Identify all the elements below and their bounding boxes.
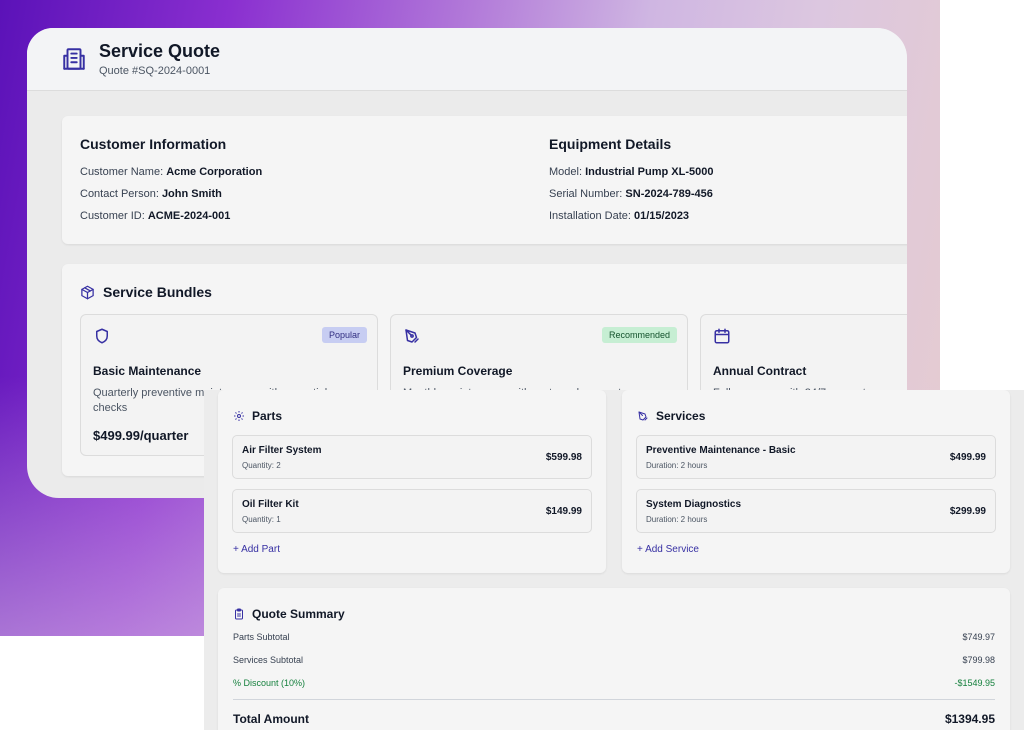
part-name: Oil Filter Kit [242, 499, 299, 510]
parts-subtotal-row: Parts Subtotal $749.97 [233, 632, 995, 642]
bundles-heading: Service Bundles [103, 284, 212, 300]
installation-row: Installation Date: 01/15/2023 [549, 210, 713, 222]
discount-label: % Discount (10%) [233, 678, 306, 688]
model-value: Industrial Pump XL-5000 [585, 166, 714, 178]
services-subtotal-label: Services Subtotal [233, 655, 304, 665]
model-row: Model: Industrial Pump XL-5000 [549, 166, 713, 178]
part-item[interactable]: Air Filter System Quantity: 2 $599.98 [232, 435, 592, 479]
parts-subtotal-value: $749.97 [962, 632, 995, 642]
model-label: Model: [549, 166, 583, 178]
quote-detail-window: Parts Air Filter System Quantity: 2 $599… [204, 390, 1024, 730]
customer-id-value: ACME-2024-001 [147, 210, 231, 222]
services-panel: Services Preventive Maintenance - Basic … [622, 390, 1010, 573]
customer-id-row: Customer ID: ACME-2024-001 [80, 210, 262, 222]
services-heading: Services [656, 409, 706, 423]
installation-label: Installation Date: [549, 210, 631, 222]
page-title: Service Quote [99, 41, 221, 61]
gear-icon [234, 411, 244, 421]
calendar-icon [714, 328, 730, 344]
customer-information: Customer Information Customer Name: Acme… [80, 136, 262, 232]
customer-id-label: Customer ID: [80, 210, 145, 222]
serial-value: SN-2024-789-456 [625, 188, 713, 200]
shield-icon [96, 328, 108, 344]
service-name: System Diagnostics [646, 499, 742, 510]
services-subtotal-row: Services Subtotal $799.98 [233, 655, 995, 665]
contact-person-value: John Smith [161, 188, 222, 200]
discount-value: -$1549.95 [954, 678, 995, 688]
package-icon [81, 285, 94, 299]
quote-summary-panel: Quote Summary Parts Subtotal $749.97 Ser… [218, 588, 1010, 730]
customer-name-row: Customer Name: Acme Corporation [80, 166, 262, 178]
part-price: $149.99 [545, 506, 582, 517]
building-icon [63, 48, 85, 70]
popular-badge: Popular [321, 327, 367, 343]
summary-divider [233, 699, 995, 700]
parts-subtotal-label: Parts Subtotal [233, 632, 290, 642]
parts-heading: Parts [252, 409, 283, 423]
add-part-link[interactable]: + Add Part [233, 544, 280, 555]
contact-person-row: Contact Person: John Smith [80, 188, 262, 200]
bundle-name: Annual Contract [713, 364, 807, 378]
total-row: Total Amount $1394.95 [233, 712, 995, 726]
services-heading-row: Services [637, 409, 705, 423]
bundle-name: Basic Maintenance [93, 364, 202, 378]
part-price: $599.98 [545, 452, 582, 463]
service-item[interactable]: System Diagnostics Duration: 2 hours $29… [636, 489, 996, 533]
equipment-details: Equipment Details Model: Industrial Pump… [549, 136, 713, 232]
service-price: $499.99 [949, 452, 986, 463]
service-duration: Duration: 2 hours [646, 461, 708, 470]
quote-header: Service Quote Quote #SQ-2024-0001 [27, 28, 907, 91]
parts-heading-row: Parts [233, 409, 282, 423]
contact-person-label: Contact Person: [80, 188, 159, 200]
parts-panel: Parts Air Filter System Quantity: 2 $599… [218, 390, 606, 573]
bundles-heading-row: Service Bundles [80, 284, 212, 300]
pen-tool-icon [638, 411, 648, 421]
service-duration: Duration: 2 hours [646, 515, 708, 524]
clipboard-icon [235, 608, 243, 620]
pen-tool-icon [405, 329, 419, 343]
total-label: Total Amount [233, 712, 309, 726]
recommended-badge: Recommended [601, 327, 677, 343]
installation-value: 01/15/2023 [634, 210, 690, 222]
part-quantity: Quantity: 1 [242, 515, 281, 524]
quote-number: Quote #SQ-2024-0001 [99, 65, 211, 77]
service-item[interactable]: Preventive Maintenance - Basic Duration:… [636, 435, 996, 479]
serial-row: Serial Number: SN-2024-789-456 [549, 188, 713, 200]
customer-heading: Customer Information [80, 136, 227, 152]
bundle-name: Premium Coverage [403, 364, 513, 378]
service-name: Preventive Maintenance - Basic [646, 445, 796, 456]
part-quantity: Quantity: 2 [242, 461, 281, 470]
service-price: $299.99 [949, 506, 986, 517]
services-subtotal-value: $799.98 [962, 655, 995, 665]
part-name: Air Filter System [242, 445, 322, 456]
serial-label: Serial Number: [549, 188, 623, 200]
summary-heading: Quote Summary [252, 607, 345, 621]
summary-heading-row: Quote Summary [233, 607, 345, 621]
equipment-heading: Equipment Details [549, 136, 672, 152]
discount-row: % Discount (10%) -$1549.95 [233, 678, 995, 688]
info-card: Customer Information Customer Name: Acme… [62, 116, 907, 244]
total-value: $1394.95 [944, 712, 995, 726]
part-item[interactable]: Oil Filter Kit Quantity: 1 $149.99 [232, 489, 592, 533]
customer-name-value: Acme Corporation [166, 166, 263, 178]
customer-name-label: Customer Name: [80, 166, 164, 178]
add-service-link[interactable]: + Add Service [637, 544, 699, 555]
